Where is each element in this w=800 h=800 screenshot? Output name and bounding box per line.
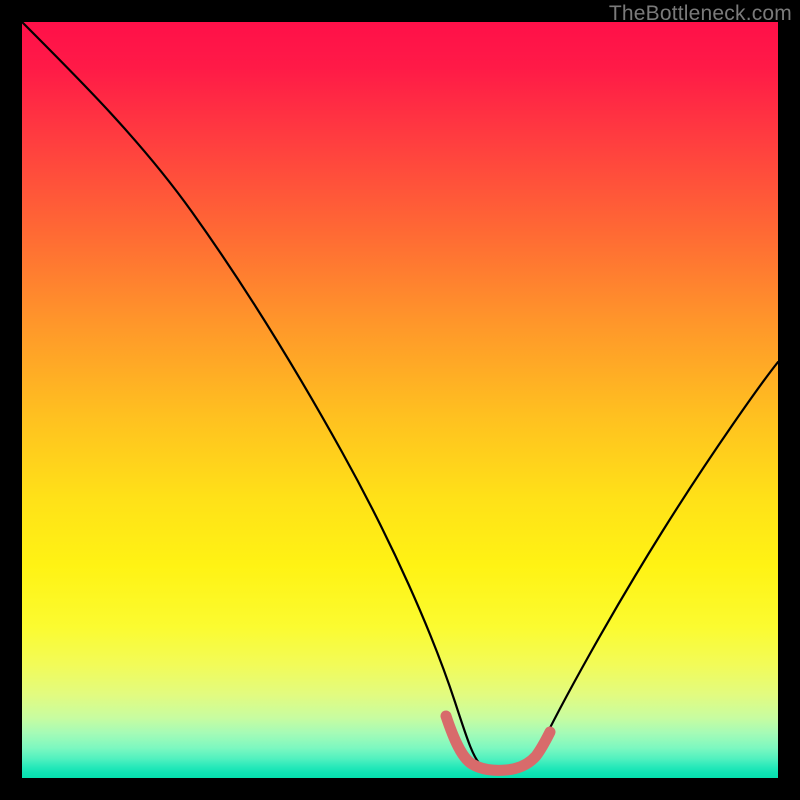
chart-stage: TheBottleneck.com (0, 0, 800, 800)
curve-layer (22, 22, 778, 778)
plot-area (22, 22, 778, 778)
bottleneck-curve (22, 22, 778, 769)
watermark-text: TheBottleneck.com (609, 2, 792, 26)
